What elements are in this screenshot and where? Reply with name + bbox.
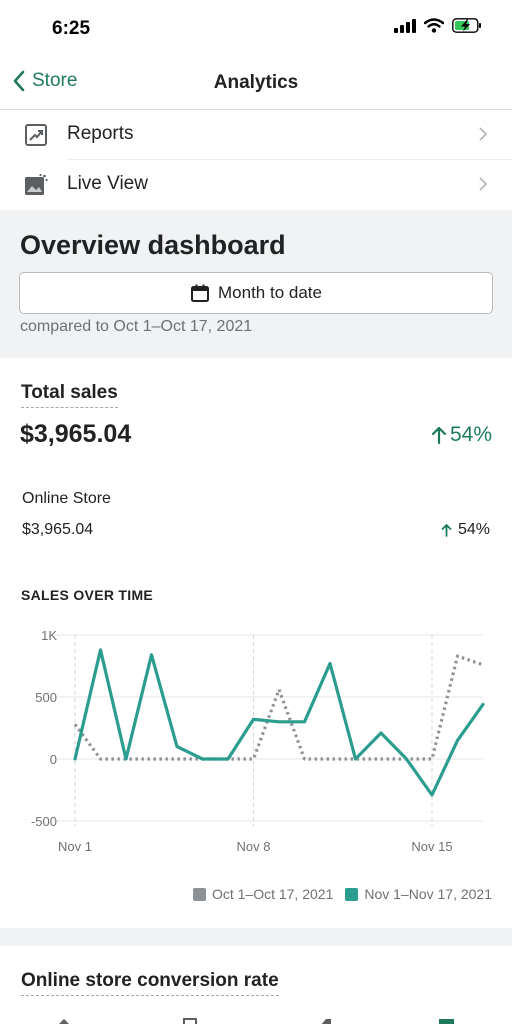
total-sales-change-value: 54% bbox=[449, 423, 492, 446]
chart-heading: SALES OVER TIME bbox=[21, 587, 154, 603]
status-bar: 6:25 bbox=[0, 0, 512, 58]
orders-tab-icon[interactable] bbox=[182, 1016, 198, 1024]
total-sales-label[interactable]: Total sales bbox=[21, 382, 118, 408]
x-tick-label: Nov 15 bbox=[411, 839, 452, 854]
calendar-icon bbox=[191, 284, 210, 302]
y-tick-label: 500 bbox=[35, 690, 57, 705]
y-tick-label: -500 bbox=[31, 814, 57, 829]
date-range-button[interactable]: Month to date bbox=[19, 272, 493, 314]
page-title: Analytics bbox=[213, 72, 299, 93]
home-tab-icon[interactable] bbox=[56, 1016, 72, 1024]
total-sales-change: 54% bbox=[431, 423, 492, 447]
series-line-previous bbox=[73, 654, 484, 761]
products-tab-icon[interactable] bbox=[316, 1016, 332, 1024]
tab-bar bbox=[0, 1010, 512, 1024]
legend-item-current: Nov 1–Nov 17, 2021 bbox=[345, 886, 492, 902]
overview-title: Overview dashboard bbox=[20, 230, 286, 260]
status-icons bbox=[394, 18, 482, 33]
legend-swatch-previous bbox=[192, 887, 206, 901]
channel-change: 54% bbox=[441, 521, 490, 539]
series-line-current bbox=[73, 648, 485, 797]
channel-change-value: 54% bbox=[457, 521, 490, 538]
menu-item-label: Live View bbox=[67, 173, 148, 194]
legend-swatch-current bbox=[345, 887, 359, 901]
menu-item-label: Reports bbox=[67, 123, 134, 144]
conversion-rate-title[interactable]: Online store conversion rate bbox=[21, 970, 279, 996]
legend-label-current: Nov 1–Nov 17, 2021 bbox=[364, 886, 492, 902]
legend-item-previous: Oct 1–Oct 17, 2021 bbox=[192, 886, 334, 902]
arrow-up-icon bbox=[441, 524, 452, 537]
x-tick-label: Nov 1 bbox=[58, 839, 92, 854]
sales-over-time-chart: 1K 500 0 -500Nov 1 Nov 8 Nov 15 bbox=[31, 628, 485, 854]
reports-icon bbox=[25, 124, 47, 146]
chevron-right-icon bbox=[479, 177, 488, 191]
wifi-icon bbox=[424, 18, 444, 33]
total-sales-value: $3,965.04 bbox=[20, 420, 132, 448]
total-sales-card: Total sales $3,965.04 54% Online Store $… bbox=[0, 358, 512, 928]
status-time: 6:25 bbox=[52, 18, 91, 39]
x-tick-label: Nov 8 bbox=[237, 839, 271, 854]
chart-legend: Oct 1–Oct 17, 2021 Nov 1–Nov 17, 2021 bbox=[192, 886, 492, 902]
channel-label: Online Store bbox=[22, 490, 111, 507]
arrow-up-icon bbox=[431, 426, 447, 445]
compare-text: compared to Oct 1–Oct 17, 2021 bbox=[20, 318, 253, 335]
live-view-icon bbox=[25, 173, 48, 195]
y-tick-label: 1K bbox=[41, 628, 57, 643]
battery-charging-icon bbox=[452, 18, 481, 33]
cellular-signal-icon bbox=[394, 18, 416, 33]
y-tick-label: 0 bbox=[50, 752, 57, 767]
store-tab-icon[interactable] bbox=[438, 1016, 454, 1024]
legend-label-previous: Oct 1–Oct 17, 2021 bbox=[211, 886, 334, 902]
date-range-label: Month to date bbox=[218, 283, 322, 302]
channel-value: $3,965.04 bbox=[22, 521, 94, 538]
chevron-right-icon bbox=[479, 127, 488, 141]
navigation-bar: Store Analytics bbox=[0, 58, 512, 110]
section-divider bbox=[0, 928, 512, 946]
overview-section: Overview dashboard Month to date compare… bbox=[0, 210, 512, 358]
menu-item-live-view[interactable]: Live View bbox=[0, 160, 512, 210]
menu-item-reports[interactable]: Reports bbox=[0, 110, 512, 160]
